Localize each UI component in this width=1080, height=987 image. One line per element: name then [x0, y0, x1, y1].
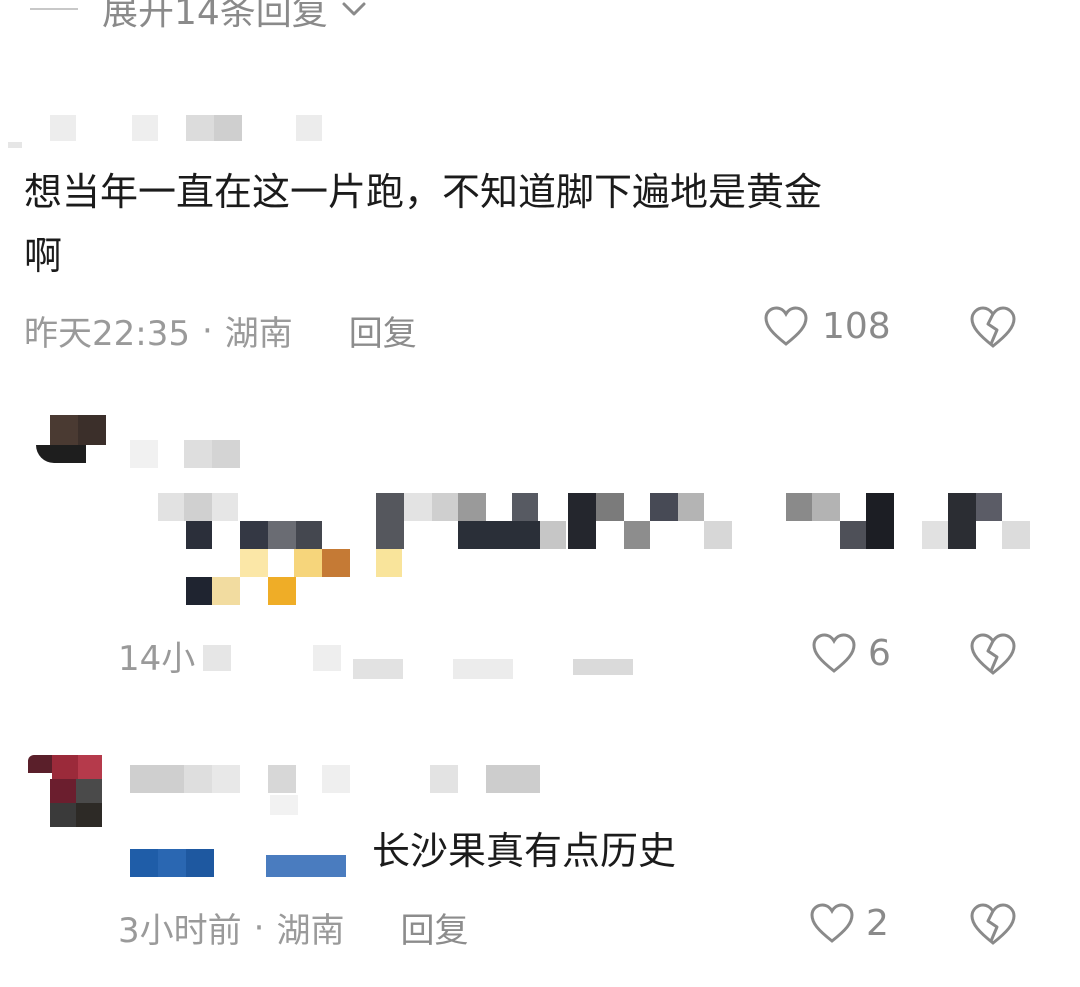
broken-heart-icon[interactable]: [968, 304, 1018, 350]
broken-heart-icon[interactable]: [968, 901, 1018, 947]
comment-time: 昨天22:35: [24, 314, 190, 354]
divider-line: [30, 8, 78, 10]
like-button[interactable]: 108: [762, 304, 891, 348]
comment-text-mosaic: [158, 493, 1038, 613]
reply-button[interactable]: 回复: [349, 306, 417, 355]
comment-meta: 14小: [118, 631, 643, 680]
like-button[interactable]: 6: [810, 631, 891, 675]
meta-separator: ·: [201, 310, 213, 351]
comment-text-line: 想当年一直在这一片跑，不知道脚下遍地是黄金: [24, 170, 823, 214]
comment-item: 想当年一直在这一片跑，不知道脚下遍地是黄金 啊 昨天22:35 · 湖南 回复 …: [0, 90, 1080, 390]
expand-replies-label: 展开14条回复: [102, 0, 328, 33]
expand-replies-row[interactable]: 展开14条回复: [30, 0, 370, 33]
comment-text: 长沙果真有点历史: [372, 829, 677, 873]
heart-outline-icon: [810, 903, 854, 943]
comment-location: 湖南: [276, 911, 345, 951]
reply-button[interactable]: 回复: [400, 903, 468, 952]
comment-meta: 3小时前 · 湖南 回复: [118, 903, 468, 952]
comment-text-line: 啊: [24, 234, 63, 278]
heart-outline-icon: [764, 306, 808, 346]
chevron-down-icon: [342, 2, 366, 16]
avatar[interactable]: [24, 755, 106, 827]
comment-item: 14小 6: [0, 405, 1080, 695]
comment-time: 3小时前: [118, 911, 242, 951]
comment-text: 想当年一直在这一片跑，不知道脚下遍地是黄金 啊: [24, 160, 1044, 288]
avatar[interactable]: [36, 415, 106, 473]
comment-location: 湖南: [224, 314, 293, 354]
like-count: 6: [868, 632, 891, 674]
like-count: 2: [866, 902, 889, 944]
username-mosaic[interactable]: [0, 90, 400, 150]
meta-mosaic: [203, 639, 643, 679]
like-count: 108: [822, 305, 891, 347]
username-mosaic[interactable]: [130, 765, 570, 825]
heart-outline-icon: [812, 633, 856, 673]
broken-heart-icon[interactable]: [968, 631, 1018, 677]
comment-item: 长沙果真有点历史 3小时前 · 湖南 回复 2: [0, 745, 1080, 985]
username-mosaic[interactable]: [130, 440, 270, 470]
comment-time: 14小: [118, 639, 196, 679]
meta-separator: ·: [253, 907, 265, 948]
like-button[interactable]: 2: [808, 901, 889, 945]
reply-target-mosaic: [130, 849, 350, 879]
comment-meta: 昨天22:35 · 湖南 回复: [24, 306, 417, 355]
